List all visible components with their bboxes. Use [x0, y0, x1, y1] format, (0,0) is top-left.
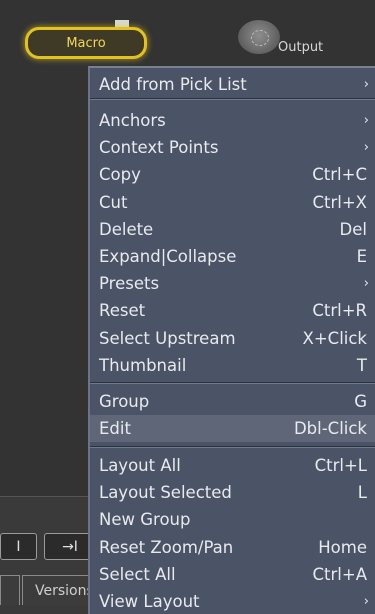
menu-item-reset[interactable]: Reset Ctrl+R	[90, 297, 375, 324]
menu-item-label: Add from Pick List	[99, 75, 247, 94]
menu-item-new-group[interactable]: New Group	[90, 506, 375, 533]
menu-item-label: Context Points	[99, 138, 219, 158]
menu-item-label: Delete	[99, 219, 154, 239]
menu-item-reset-zoom-pan[interactable]: Reset Zoom/Pan Home	[90, 534, 375, 561]
menu-item-shortcut: Home	[318, 537, 367, 557]
frame-button[interactable]: I	[0, 533, 37, 560]
menu-item-shortcut: Dbl-Click	[293, 419, 367, 439]
menu-item-shortcut: Ctrl+X	[312, 192, 368, 212]
menu-item-view-layout[interactable]: View Layout ›	[90, 588, 375, 614]
menu-item-label: New Group	[99, 510, 191, 530]
menu-item-label: Expand|Collapse	[99, 247, 237, 266]
menu-item-anchors[interactable]: Anchors ›	[90, 107, 375, 134]
menu-item-add-from-pick-list[interactable]: Add from Pick List ›	[90, 71, 375, 98]
menu-item-label: Group	[99, 392, 150, 411]
chevron-right-icon: ›	[363, 594, 369, 609]
menu-item-thumbnail[interactable]: Thumbnail T	[90, 352, 375, 379]
tab-versions-label: Versions	[35, 582, 92, 599]
menu-item-label: Thumbnail	[99, 355, 187, 375]
menu-item-label: Edit	[99, 419, 131, 439]
menu-item-label: Reset	[99, 301, 146, 321]
tab-versions[interactable]: Versions	[22, 575, 92, 605]
menu-separator	[90, 446, 375, 448]
menu-item-cut[interactable]: Cut Ctrl+X	[90, 189, 375, 216]
menu-item-shortcut: L	[357, 483, 367, 503]
menu-item-label: Select All	[99, 564, 176, 584]
menu-item-layout-selected[interactable]: Layout Selected L	[90, 479, 375, 506]
context-menu: Add from Pick List › Anchors › Context Point…	[88, 66, 375, 614]
menu-item-shortcut: Del	[339, 219, 367, 239]
menu-item-label: Reset Zoom/Pan	[99, 537, 234, 557]
menu-item-shortcut: X+Click	[302, 328, 367, 348]
output-node-icon[interactable]	[238, 20, 280, 54]
menu-item-label: Copy	[99, 165, 141, 185]
menu-item-layout-all[interactable]: Layout All Ctrl+L	[90, 452, 375, 479]
menu-item-shortcut: Ctrl+C	[312, 165, 367, 185]
menu-item-presets[interactable]: Presets ›	[90, 270, 375, 297]
menu-item-label: Presets	[99, 274, 160, 294]
menu-item-shortcut: Ctrl+A	[312, 564, 367, 584]
menu-item-shortcut: Ctrl+R	[312, 301, 367, 321]
menu-item-expand-collapse[interactable]: Expand|Collapse E	[90, 243, 375, 270]
menu-item-label: Layout Selected	[99, 483, 232, 503]
menu-item-label: Anchors	[99, 111, 166, 130]
menu-item-label: Cut	[99, 192, 128, 212]
chevron-right-icon: ›	[363, 113, 369, 128]
go-to-end-button-label: →I	[62, 538, 78, 555]
menu-item-delete[interactable]: Delete Del	[90, 216, 375, 243]
menu-item-select-all[interactable]: Select All Ctrl+A	[90, 561, 375, 588]
menu-item-shortcut: G	[354, 392, 367, 411]
menu-item-shortcut: Ctrl+L	[314, 456, 367, 475]
output-node-label: Output	[278, 40, 324, 55]
chevron-right-icon: ›	[363, 276, 369, 292]
menu-item-shortcut: E	[356, 247, 367, 266]
menu-item-label: Select Upstream	[99, 328, 236, 348]
menu-separator	[90, 98, 375, 100]
menu-item-copy[interactable]: Copy Ctrl+C	[90, 161, 375, 188]
chevron-right-icon: ›	[363, 77, 369, 92]
macro-node[interactable]: Macro	[25, 27, 147, 59]
tab-left[interactable]	[0, 575, 20, 605]
frame-button-label: I	[16, 538, 21, 555]
menu-item-edit[interactable]: Edit Dbl-Click	[90, 415, 375, 443]
menu-item-select-upstream[interactable]: Select Upstream X+Click	[90, 325, 375, 352]
menu-item-group[interactable]: Group G	[90, 388, 375, 415]
menu-item-context-points[interactable]: Context Points ›	[90, 134, 375, 161]
menu-separator	[90, 382, 375, 384]
menu-item-label: Layout All	[99, 456, 181, 475]
macro-node-label: Macro	[66, 35, 106, 51]
chevron-right-icon: ›	[363, 140, 369, 156]
menu-item-label: View Layout	[99, 592, 200, 611]
menu-item-shortcut: T	[356, 355, 367, 375]
